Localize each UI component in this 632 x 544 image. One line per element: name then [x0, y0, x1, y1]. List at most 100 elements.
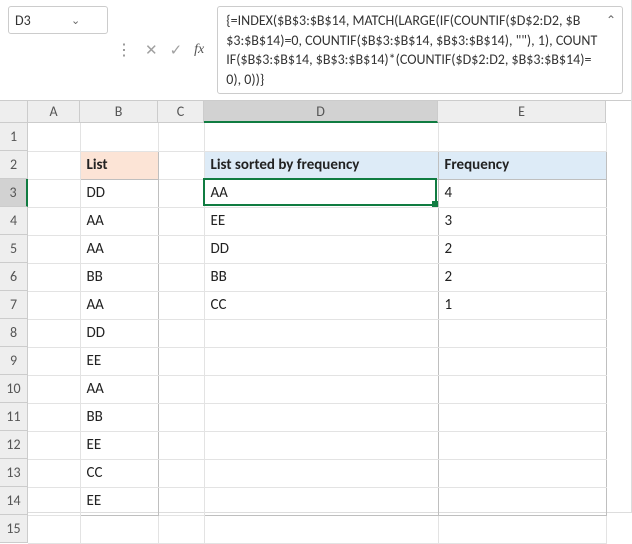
cell-B2[interactable]: List: [80, 151, 158, 179]
cell-D5[interactable]: DD: [204, 235, 438, 263]
row-header-2[interactable]: 2: [0, 151, 28, 179]
cell-D12[interactable]: [204, 431, 438, 459]
cell-C12[interactable]: [158, 431, 204, 459]
cell-C4[interactable]: [158, 207, 204, 235]
row-header-3[interactable]: 3: [0, 179, 28, 207]
cell-E1[interactable]: [438, 123, 606, 151]
cell-D1[interactable]: [204, 123, 438, 151]
cell-B9[interactable]: EE: [80, 347, 158, 375]
cell-A14[interactable]: [28, 487, 80, 515]
cell-C11[interactable]: [158, 403, 204, 431]
cell-B3[interactable]: DD: [80, 179, 158, 207]
column-header-B[interactable]: B: [80, 101, 158, 123]
cell-D15[interactable]: [204, 515, 438, 543]
name-box-container[interactable]: ⌄: [8, 6, 108, 34]
cell-C2[interactable]: [158, 151, 204, 179]
row-header-4[interactable]: 4: [0, 207, 28, 235]
column-header-A[interactable]: A: [28, 101, 80, 123]
cell-C14[interactable]: [158, 487, 204, 515]
formula-bar-resize-handle[interactable]: ⋮: [114, 6, 134, 94]
cell-E14[interactable]: [438, 487, 606, 515]
cell-C13[interactable]: [158, 459, 204, 487]
cell-D7[interactable]: CC: [204, 291, 438, 319]
cell-A8[interactable]: [28, 319, 80, 347]
cell-C9[interactable]: [158, 347, 204, 375]
cell-A11[interactable]: [28, 403, 80, 431]
row-header-7[interactable]: 7: [0, 291, 28, 319]
cell-E12[interactable]: [438, 431, 606, 459]
cell-grid[interactable]: ListList sorted by frequencyFrequencyDDA…: [28, 123, 607, 544]
row-header-13[interactable]: 13: [0, 459, 28, 487]
cell-E11[interactable]: [438, 403, 606, 431]
formula-input[interactable]: {=INDEX($B$3:$B$14, MATCH(LARGE(IF(COUNT…: [217, 6, 623, 94]
cell-A15[interactable]: [28, 515, 80, 543]
cell-C7[interactable]: [158, 291, 204, 319]
cell-A1[interactable]: [28, 123, 80, 151]
cell-A10[interactable]: [28, 375, 80, 403]
cancel-formula-button[interactable]: ✕: [140, 39, 163, 62]
row-header-1[interactable]: 1: [0, 123, 28, 151]
cell-E2[interactable]: Frequency: [438, 151, 606, 179]
cell-D6[interactable]: BB: [204, 263, 438, 291]
cell-E15[interactable]: [438, 515, 606, 543]
cell-D10[interactable]: [204, 375, 438, 403]
row-header-10[interactable]: 10: [0, 375, 28, 403]
cell-E8[interactable]: [438, 319, 606, 347]
row-header-12[interactable]: 12: [0, 431, 28, 459]
cell-E7[interactable]: 1: [438, 291, 606, 319]
cell-E10[interactable]: [438, 375, 606, 403]
cell-B12[interactable]: EE: [80, 431, 158, 459]
cell-A2[interactable]: [28, 151, 80, 179]
cell-D14[interactable]: [204, 487, 438, 515]
cell-C10[interactable]: [158, 375, 204, 403]
cell-B8[interactable]: DD: [80, 319, 158, 347]
row-header-14[interactable]: 14: [0, 487, 28, 515]
cell-D13[interactable]: [204, 459, 438, 487]
confirm-formula-button[interactable]: ✓: [165, 39, 188, 62]
cell-A12[interactable]: [28, 431, 80, 459]
cell-D4[interactable]: EE: [204, 207, 438, 235]
cell-E4[interactable]: 3: [438, 207, 606, 235]
cell-B4[interactable]: AA: [80, 207, 158, 235]
chevron-down-icon[interactable]: ⌄: [69, 14, 82, 27]
select-all-corner[interactable]: [0, 101, 28, 123]
cell-C5[interactable]: [158, 235, 204, 263]
row-header-6[interactable]: 6: [0, 263, 28, 291]
row-header-8[interactable]: 8: [0, 319, 28, 347]
row-header-5[interactable]: 5: [0, 235, 28, 263]
cell-B5[interactable]: AA: [80, 235, 158, 263]
cell-C8[interactable]: [158, 319, 204, 347]
cell-A9[interactable]: [28, 347, 80, 375]
column-header-C[interactable]: C: [158, 101, 204, 123]
cell-E6[interactable]: 2: [438, 263, 606, 291]
row-header-15[interactable]: 15: [0, 515, 28, 543]
cell-C3[interactable]: [158, 179, 204, 207]
cell-B11[interactable]: BB: [80, 403, 158, 431]
cell-B7[interactable]: AA: [80, 291, 158, 319]
cell-B14[interactable]: EE: [80, 487, 158, 515]
insert-function-button[interactable]: fx: [189, 40, 209, 60]
row-header-11[interactable]: 11: [0, 403, 28, 431]
cell-A4[interactable]: [28, 207, 80, 235]
cell-B10[interactable]: AA: [80, 375, 158, 403]
cell-B15[interactable]: [80, 515, 158, 543]
cell-A5[interactable]: [28, 235, 80, 263]
collapse-formula-bar-icon[interactable]: ⌃: [606, 13, 616, 30]
cell-C1[interactable]: [158, 123, 204, 151]
cell-D2[interactable]: List sorted by frequency: [204, 151, 438, 179]
cell-A13[interactable]: [28, 459, 80, 487]
cell-D11[interactable]: [204, 403, 438, 431]
cell-B13[interactable]: CC: [80, 459, 158, 487]
name-box[interactable]: [15, 12, 67, 29]
row-header-9[interactable]: 9: [0, 347, 28, 375]
cell-A7[interactable]: [28, 291, 80, 319]
cell-D9[interactable]: [204, 347, 438, 375]
cell-B6[interactable]: BB: [80, 263, 158, 291]
cell-E9[interactable]: [438, 347, 606, 375]
cell-D3[interactable]: AA: [204, 179, 438, 207]
cell-C6[interactable]: [158, 263, 204, 291]
column-header-D[interactable]: D: [204, 101, 438, 123]
cell-B1[interactable]: [80, 123, 158, 151]
cell-A6[interactable]: [28, 263, 80, 291]
cell-E5[interactable]: 2: [438, 235, 606, 263]
